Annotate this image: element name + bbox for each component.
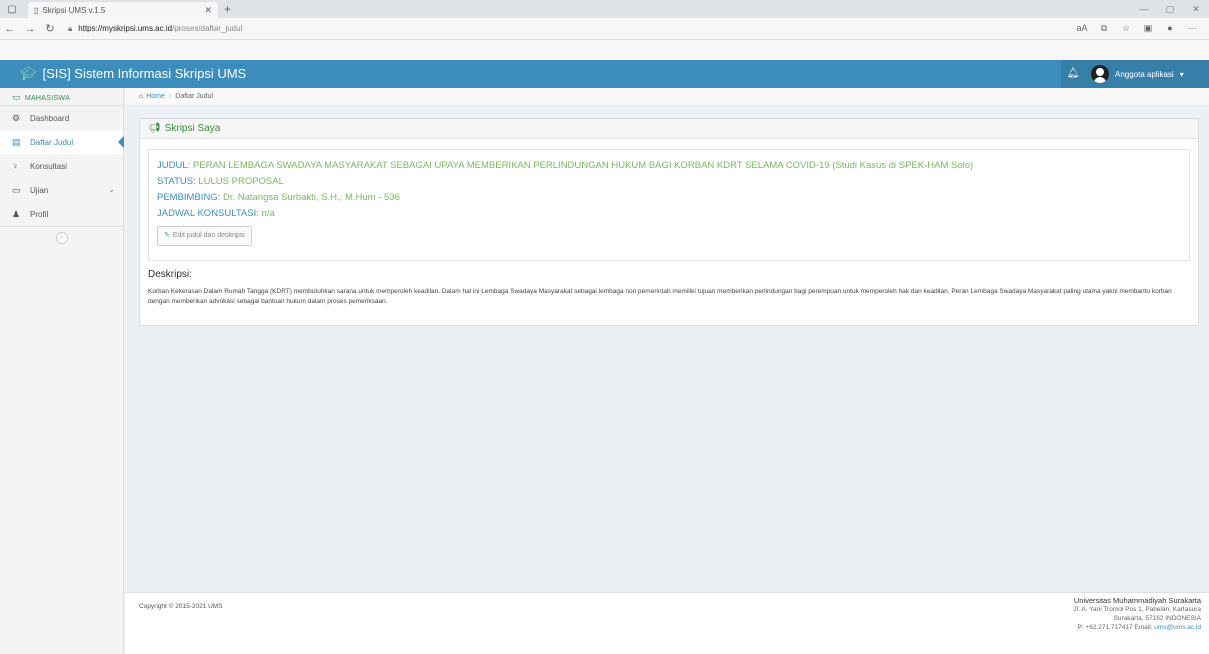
- tab-title: Skripsi UMS v.1.5: [42, 5, 106, 15]
- judul-label: JUDUL:: [157, 160, 191, 171]
- url-path: /proses/daftar_judul: [172, 24, 243, 33]
- university-name: Universitas Muhammadiyah Surakarta: [1073, 596, 1201, 605]
- sidebar-section-header: ▭ MAHASISWA: [0, 88, 123, 106]
- deskripsi-heading: Deskripsi:: [148, 269, 192, 280]
- jadwal-value: n/a: [261, 208, 275, 219]
- lock-icon: 🔒︎: [68, 23, 73, 33]
- judul-line: JUDUL: PERAN LEMBAGA SWADAYA MASYARAKAT …: [157, 160, 1181, 171]
- phone-value: +62.271.717417: [1085, 624, 1133, 631]
- deskripsi-text: Korban Kekerasan Dalam Rumah Tangga (KDR…: [148, 288, 1172, 305]
- profile-icon[interactable]: ●: [1159, 23, 1181, 34]
- jadwal-line: JADWAL KONSULTASI: n/a: [157, 208, 1181, 219]
- browser-tab[interactable]: ▯ Skripsi UMS v.1.5 ✕: [28, 2, 218, 18]
- footer-address: Universitas Muhammadiyah Surakarta Jl. A…: [1073, 596, 1201, 632]
- email-label: Email:: [1134, 624, 1153, 631]
- sidebar-item-label: Dashboard: [30, 114, 70, 123]
- breadcrumb-home[interactable]: Home: [146, 93, 165, 100]
- contact-line: P: +62.271.717417 Email: ums@ums.ac.id: [1073, 623, 1201, 632]
- avatar: [1091, 65, 1109, 83]
- main-content: 📢︎ Skripsi Saya JUDUL: PERAN LEMBAGA SWAD…: [125, 106, 1209, 592]
- sidebar-item-dashboard[interactable]: ⚙ Dashboard: [0, 106, 123, 130]
- breadcrumb-current: Daftar Judul: [175, 93, 214, 100]
- bullhorn-icon: 📢︎: [148, 123, 161, 134]
- caret-down-icon: ▾: [1179, 69, 1184, 79]
- list-icon: ▤: [12, 137, 21, 147]
- address-bar: ← → ↻ 🔒︎ https://myskripsi.ums.ac.id /pr…: [0, 18, 1209, 40]
- collapse-sidebar-icon[interactable]: ‹: [55, 231, 68, 244]
- box-title: Skripsi Saya: [164, 123, 221, 134]
- reading-view-icon[interactable]: ⧉: [1093, 23, 1115, 34]
- user-menu[interactable]: Anggota aplikasi ▾: [1085, 60, 1209, 88]
- breadcrumb-separator: ›: [168, 93, 172, 100]
- edit-judul-button[interactable]: ✎ Edit judul dan deskripsi: [157, 226, 252, 246]
- edit-button-label: Edit judul dan deskripsi: [172, 232, 245, 239]
- footer: Copyright © 2015-2021 UMS Universitas Mu…: [125, 592, 1209, 654]
- window-controls: — ▢ ✕: [1131, 0, 1209, 18]
- judul-value: PERAN LEMBAGA SWADAYA MASYARAKAT SEBAGAI…: [192, 160, 974, 171]
- skripsi-info: JUDUL: PERAN LEMBAGA SWADAYA MASYARAKAT …: [148, 149, 1190, 261]
- sidebar-item-ujian[interactable]: ▭ Ujian ⌄: [0, 178, 123, 202]
- app-brand[interactable]: 🎓︎ [SIS] Sistem Informasi Skripsi UMS: [20, 60, 246, 88]
- sidebar-item-label: Konsultasi: [30, 162, 67, 171]
- sidebar-item-label: Daftar Judul: [30, 138, 74, 147]
- home-icon: ⌂: [139, 93, 144, 100]
- new-tab-button[interactable]: +: [224, 0, 231, 18]
- copyright-text: Copyright © 2015-2021 UMS: [139, 603, 223, 610]
- phone-label: P:: [1077, 624, 1084, 631]
- sidebar-item-profil[interactable]: ♟ Profil: [0, 202, 123, 226]
- status-value: LULUS PROPOSAL: [198, 176, 284, 187]
- sidebar-section-label: MAHASISWA: [24, 95, 71, 102]
- favorite-icon[interactable]: ☆: [1115, 23, 1137, 34]
- app-header: 🎓︎ [SIS] Sistem Informasi Skripsi UMS 🔔︎ …: [0, 60, 1209, 88]
- page-icon: ▯: [34, 5, 39, 15]
- app-title: [SIS] Sistem Informasi Skripsi UMS: [42, 66, 247, 81]
- sidebar-collapse: ‹: [0, 226, 123, 248]
- refresh-icon[interactable]: ↻: [40, 22, 60, 35]
- close-window-icon[interactable]: ✕: [1183, 0, 1209, 18]
- more-icon[interactable]: ⋯: [1181, 23, 1203, 34]
- tab-actions-icon[interactable]: ▢: [0, 0, 24, 18]
- monitor-icon: ▭: [12, 92, 21, 102]
- collections-icon[interactable]: ▣: [1137, 23, 1159, 34]
- favorites-strip: [0, 40, 1209, 60]
- pembimbing-label: PEMBIMBING:: [157, 192, 221, 203]
- sidebar-item-label: Profil: [30, 210, 49, 219]
- breadcrumb: ⌂ Home › Daftar Judul: [125, 88, 1209, 106]
- email-link[interactable]: ums@ums.ac.id: [1154, 624, 1201, 631]
- read-aloud-icon[interactable]: aA: [1071, 23, 1093, 34]
- address-line-2: Surakarta, 57162 INDONESIA: [1113, 615, 1201, 622]
- bulb-icon: ♀: [12, 161, 19, 171]
- close-tab-icon[interactable]: ✕: [204, 5, 212, 16]
- back-icon[interactable]: ←: [0, 23, 20, 35]
- pembimbing-value: Dr. Natangsa Surbakti, S.H., M.Hum - 536: [222, 192, 400, 203]
- sidebar: ▭ MAHASISWA ⚙ Dashboard ▤ Daftar Judul ♀ Kon…: [0, 88, 124, 654]
- dashboard-icon: ⚙: [12, 113, 21, 123]
- box-header: 📢︎ Skripsi Saya: [140, 119, 1198, 139]
- sidebar-item-konsultasi[interactable]: ♀ Konsultasi: [0, 154, 123, 178]
- sidebar-item-daftar-judul[interactable]: ▤ Daftar Judul: [0, 130, 124, 154]
- url-field[interactable]: 🔒︎ https://myskripsi.ums.ac.id /proses/d…: [68, 24, 1071, 34]
- graduation-cap-icon: 🎓︎: [20, 66, 37, 81]
- browser-tab-bar: ▢ ▯ Skripsi UMS v.1.5 ✕ + — ▢ ✕: [0, 0, 1209, 18]
- minimize-icon[interactable]: —: [1131, 0, 1157, 18]
- forward-icon[interactable]: →: [20, 23, 40, 35]
- url-domain: https://myskripsi.ums.ac.id: [78, 24, 173, 33]
- jadwal-label: JADWAL KONSULTASI:: [157, 208, 259, 219]
- user-name: Anggota aplikasi: [1115, 69, 1174, 79]
- user-icon: ♟: [12, 209, 21, 219]
- status-line: STATUS: LULUS PROPOSAL: [157, 176, 1181, 187]
- address-line-1: Jl. A. Yani Tromol Pos 1, Pabelan, Karta…: [1073, 606, 1201, 613]
- notification-bell-icon[interactable]: 🔔︎: [1061, 60, 1085, 88]
- pembimbing-line: PEMBIMBING: Dr. Natangsa Surbakti, S.H.,…: [157, 192, 1181, 203]
- chevron-down-icon: ⌄: [108, 185, 115, 194]
- status-label: STATUS:: [157, 176, 196, 187]
- sidebar-item-label: Ujian: [30, 186, 49, 195]
- skripsi-box: 📢︎ Skripsi Saya JUDUL: PERAN LEMBAGA SWAD…: [139, 118, 1199, 326]
- monitor-icon: ▭: [12, 185, 21, 195]
- edit-icon: ✎: [164, 232, 170, 239]
- maximize-icon[interactable]: ▢: [1157, 0, 1183, 18]
